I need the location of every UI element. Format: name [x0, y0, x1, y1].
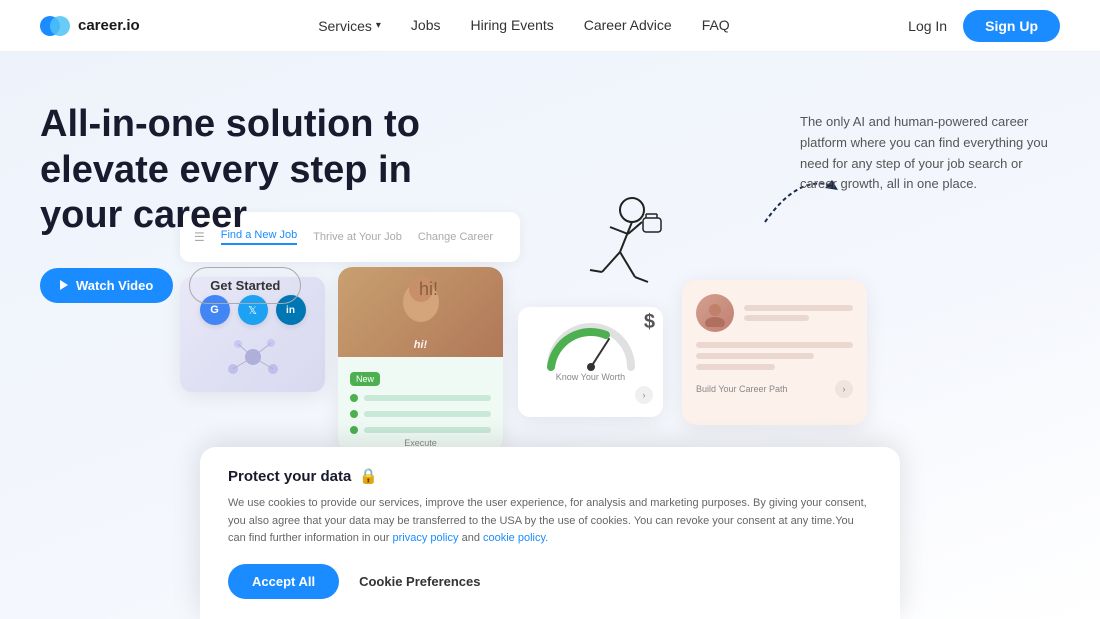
execute-dots: [350, 394, 491, 434]
lock-icon: 🔒: [359, 467, 378, 485]
career-detail-line-1: [696, 342, 853, 348]
signup-button[interactable]: Sign Up: [963, 10, 1060, 42]
accept-all-button[interactable]: Accept All: [228, 564, 339, 599]
cookie-body: We use cookies to provide our services, …: [228, 495, 872, 548]
cookie-preferences-button[interactable]: Cookie Preferences: [359, 574, 480, 589]
hero-title: All-in-one solution to elevate every ste…: [40, 102, 480, 239]
hero-buttons: Watch Video Get Started: [40, 267, 480, 304]
hero-description: The only AI and human-powered career pla…: [800, 112, 1060, 195]
nav-item-faq[interactable]: FAQ: [702, 17, 730, 35]
login-button[interactable]: Log In: [908, 18, 947, 34]
brand-name: career.io: [78, 17, 140, 34]
cookie-buttons: Accept All Cookie Preferences: [228, 564, 872, 599]
hero-right: The only AI and human-powered career pla…: [800, 102, 1060, 195]
play-icon: [60, 280, 68, 290]
career-line-2: [744, 315, 809, 321]
salary-gauge-svg: [541, 317, 641, 372]
privacy-policy-link[interactable]: privacy policy: [392, 532, 458, 544]
hero-content: All-in-one solution to elevate every ste…: [40, 102, 1060, 304]
nav-actions: Log In Sign Up: [908, 10, 1060, 42]
nav-item-jobs[interactable]: Jobs: [411, 17, 441, 35]
cookie-policy-link[interactable]: cookie policy.: [483, 532, 548, 544]
hero-left: All-in-one solution to elevate every ste…: [40, 102, 480, 304]
career-path-label: Build Your Career Path: [696, 384, 788, 394]
career-detail-line-2: [696, 353, 814, 359]
cookie-title: Protect your data 🔒: [228, 467, 872, 485]
career-line-1: [744, 305, 853, 311]
nav-links: Services ▾ Jobs Hiring Events Career Adv…: [318, 17, 730, 35]
brand-logo[interactable]: career.io: [40, 11, 140, 41]
navbar: career.io Services ▾ Jobs Hiring Events …: [0, 0, 1100, 52]
know-worth-card: $ Know Your Worth ›: [518, 307, 663, 417]
network-chart: [213, 329, 293, 384]
worth-arrow-btn[interactable]: ›: [635, 386, 653, 404]
know-worth-label: Know Your Worth: [528, 372, 653, 382]
career-arrow-btn[interactable]: ›: [835, 380, 853, 398]
cookie-banner: Protect your data 🔒 We use cookies to pr…: [200, 447, 900, 619]
career-detail-line-3: [696, 364, 775, 370]
dollar-sign: $: [644, 311, 655, 334]
services-chevron-icon: ▾: [376, 20, 381, 31]
execute-card-content: New Execute: [338, 357, 503, 452]
watch-video-button[interactable]: Watch Video: [40, 268, 173, 303]
hero-section: All-in-one solution to elevate every ste…: [0, 52, 1100, 619]
nav-item-career-advice[interactable]: Career Advice: [584, 17, 672, 35]
get-started-button[interactable]: Get Started: [189, 267, 301, 304]
nav-item-hiring-events[interactable]: Hiring Events: [470, 17, 553, 35]
nav-item-services[interactable]: Services ▾: [318, 18, 381, 34]
new-badge: New: [350, 372, 380, 386]
